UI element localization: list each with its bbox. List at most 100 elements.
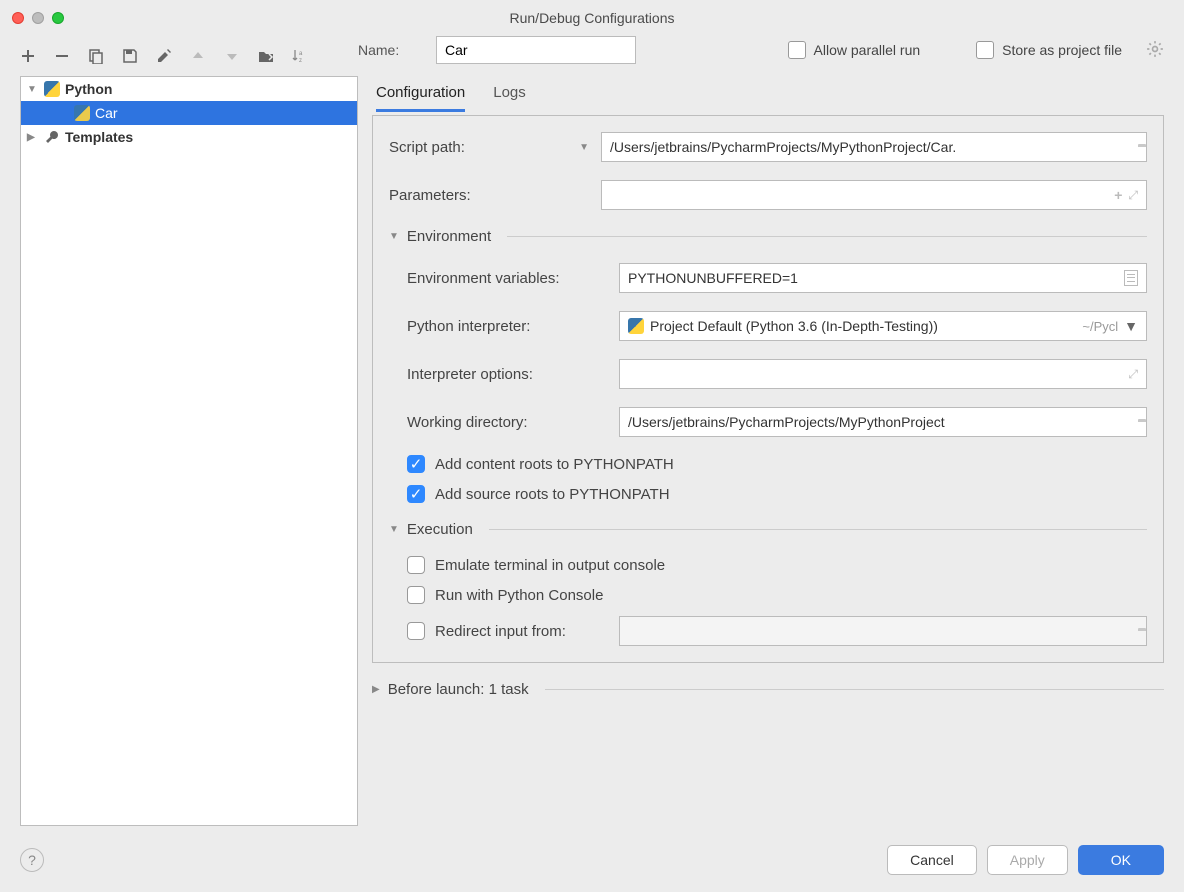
add-source-roots-checkbox[interactable]: ✓ Add source roots to PYTHONPATH: [407, 485, 1147, 503]
tree-item-templates[interactable]: ▶ Templates: [21, 125, 357, 149]
edit-defaults-icon[interactable]: [154, 46, 174, 66]
apply-button[interactable]: Apply: [987, 845, 1068, 875]
expand-icon[interactable]: ⤢: [1128, 188, 1138, 203]
wrench-icon: [43, 129, 61, 145]
tree-label: Python: [65, 81, 112, 97]
config-right-pane: Configuration Logs Script path: ▼ /Users…: [372, 76, 1164, 826]
env-vars-label: Environment variables:: [407, 270, 560, 287]
checkbox-icon: [976, 41, 994, 59]
environment-section-header[interactable]: ▼ Environment: [389, 228, 1147, 245]
chevron-right-icon: ▶: [372, 684, 380, 695]
remove-config-icon[interactable]: [52, 46, 72, 66]
checkbox-icon: [407, 586, 425, 604]
env-vars-value: PYTHONUNBUFFERED=1: [628, 270, 1118, 286]
config-panel: Script path: ▼ /Users/jetbrains/PycharmP…: [372, 115, 1164, 663]
execution-label: Execution: [407, 521, 473, 538]
workdir-value: /Users/jetbrains/PycharmProjects/MyPytho…: [628, 414, 1132, 430]
svg-text:a: a: [299, 51, 303, 57]
run-debug-dialog: Run/Debug Configurations az Name: Allow …: [0, 0, 1184, 892]
titlebar: Run/Debug Configurations: [0, 0, 1184, 36]
tabs: Configuration Logs: [372, 76, 1164, 113]
divider: [545, 689, 1164, 690]
store-as-project-label: Store as project file: [1002, 42, 1122, 58]
minimize-window-icon: [32, 12, 44, 24]
copy-config-icon[interactable]: [86, 46, 106, 66]
checkbox-icon[interactable]: [407, 622, 425, 640]
chevron-down-icon: ▼: [389, 231, 399, 242]
add-source-roots-label: Add source roots to PYTHONPATH: [435, 486, 670, 503]
name-input[interactable]: [436, 36, 636, 64]
gear-icon[interactable]: [1146, 40, 1164, 61]
help-icon[interactable]: ?: [20, 848, 44, 872]
sort-alpha-icon[interactable]: az: [290, 46, 310, 66]
emulate-terminal-label: Emulate terminal in output console: [435, 557, 665, 574]
name-label: Name:: [358, 42, 418, 58]
chevron-down-icon: ▼: [389, 524, 399, 535]
run-py-console-label: Run with Python Console: [435, 587, 603, 604]
config-tree[interactable]: ▼ Python Car ▶ Templates: [20, 76, 358, 826]
parameters-row: Parameters: + ⤢: [389, 180, 1147, 210]
interp-opts-label: Interpreter options:: [407, 366, 533, 383]
footer: ? Cancel Apply OK: [0, 836, 1184, 892]
workdir-input[interactable]: /Users/jetbrains/PycharmProjects/MyPytho…: [619, 407, 1147, 437]
interp-opts-input[interactable]: ⤢: [619, 359, 1147, 389]
add-content-roots-label: Add content roots to PYTHONPATH: [435, 456, 674, 473]
emulate-terminal-checkbox[interactable]: Emulate terminal in output console: [407, 556, 1147, 574]
run-py-console-checkbox[interactable]: Run with Python Console: [407, 586, 1147, 604]
interp-value: Project Default (Python 3.6 (In-Depth-Te…: [650, 318, 1076, 334]
move-up-icon[interactable]: [188, 46, 208, 66]
svg-text:z: z: [299, 58, 302, 64]
folder-icon[interactable]: [256, 46, 276, 66]
close-window-icon[interactable]: [12, 12, 24, 24]
zoom-window-icon[interactable]: [52, 12, 64, 24]
expand-icon[interactable]: ⤢: [1128, 367, 1138, 382]
env-vars-input[interactable]: PYTHONUNBUFFERED=1: [619, 263, 1147, 293]
execution-subform: Emulate terminal in output console Run w…: [389, 556, 1147, 646]
add-content-roots-checkbox[interactable]: ✓ Add content roots to PYTHONPATH: [407, 455, 1147, 473]
env-vars-row: Environment variables: PYTHONUNBUFFERED=…: [407, 263, 1147, 293]
move-down-icon[interactable]: [222, 46, 242, 66]
environment-label: Environment: [407, 228, 491, 245]
tree-label: Car: [95, 105, 118, 121]
script-path-row: Script path: ▼ /Users/jetbrains/PycharmP…: [389, 132, 1147, 162]
parameters-label: Parameters:: [389, 187, 471, 204]
parameters-input[interactable]: + ⤢: [601, 180, 1147, 210]
before-launch-label: Before launch: 1 task: [388, 681, 529, 698]
script-path-value: /Users/jetbrains/PycharmProjects/MyPytho…: [610, 139, 1132, 155]
tab-logs[interactable]: Logs: [493, 76, 526, 112]
interp-path-suffix: ~/Pycl: [1082, 319, 1118, 334]
chevron-down-icon: ▼: [27, 84, 39, 95]
save-config-icon[interactable]: [120, 46, 140, 66]
interpreter-row: Python interpreter: Project Default (Pyt…: [407, 311, 1147, 341]
content: ▼ Python Car ▶ Templates Configuration L…: [0, 76, 1184, 836]
execution-section-header[interactable]: ▼ Execution: [389, 521, 1147, 538]
python-icon: [73, 105, 91, 121]
chevron-right-icon: ▶: [27, 132, 39, 143]
list-icon[interactable]: [1124, 270, 1138, 286]
tree-item-car[interactable]: Car: [21, 101, 357, 125]
chevron-down-icon[interactable]: ▼: [579, 142, 589, 153]
checkbox-icon: [407, 556, 425, 574]
redirect-input-field: [619, 616, 1147, 646]
store-as-project-checkbox[interactable]: Store as project file: [976, 41, 1122, 59]
interp-label: Python interpreter:: [407, 318, 530, 335]
script-path-input[interactable]: /Users/jetbrains/PycharmProjects/MyPytho…: [601, 132, 1147, 162]
checkbox-checked-icon: ✓: [407, 485, 425, 503]
divider: [489, 529, 1147, 530]
checkbox-checked-icon: ✓: [407, 455, 425, 473]
tree-item-python[interactable]: ▼ Python: [21, 77, 357, 101]
interpreter-dropdown[interactable]: Project Default (Python 3.6 (In-Depth-Te…: [619, 311, 1147, 341]
allow-parallel-label: Allow parallel run: [814, 42, 921, 58]
tab-configuration[interactable]: Configuration: [376, 76, 465, 112]
interp-opts-row: Interpreter options: ⤢: [407, 359, 1147, 389]
plus-icon[interactable]: +: [1114, 187, 1122, 203]
before-launch-header[interactable]: ▶ Before launch: 1 task: [372, 681, 1164, 698]
python-icon: [43, 81, 61, 97]
checkbox-icon: [788, 41, 806, 59]
ok-button[interactable]: OK: [1078, 845, 1164, 875]
environment-subform: Environment variables: PYTHONUNBUFFERED=…: [389, 263, 1147, 503]
add-config-icon[interactable]: [18, 46, 38, 66]
cancel-button[interactable]: Cancel: [887, 845, 977, 875]
chevron-down-icon: ▼: [1124, 318, 1138, 334]
allow-parallel-checkbox[interactable]: Allow parallel run: [788, 41, 921, 59]
